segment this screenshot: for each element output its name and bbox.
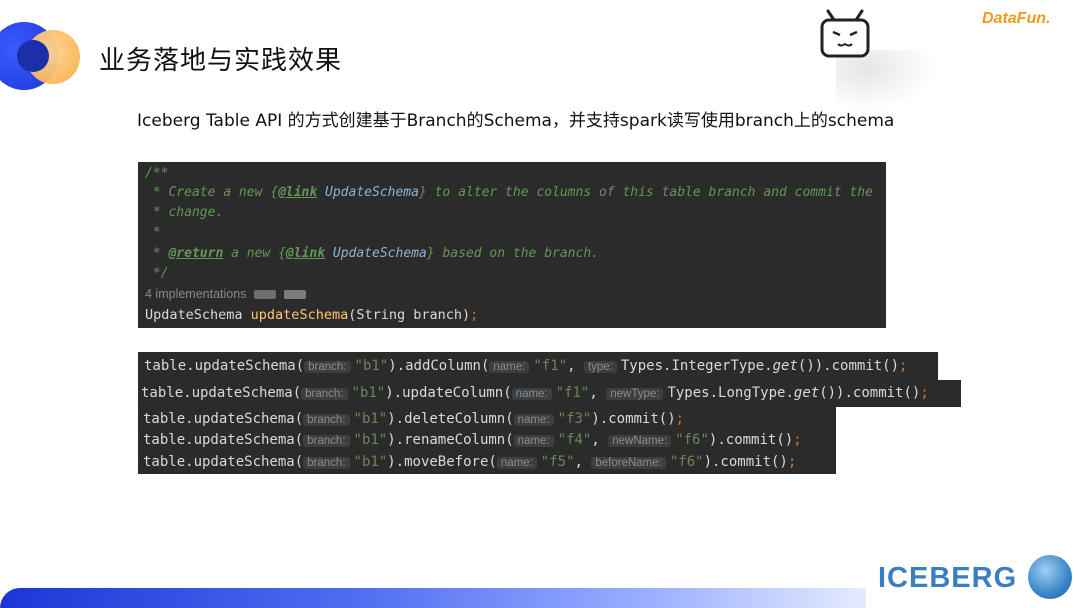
param-hint: type: [583, 361, 617, 373]
string-arg: "b1" [354, 358, 389, 374]
doc-link-ref: UpdateSchema [317, 185, 419, 200]
iceberg-logo: ICEBERG [866, 548, 1080, 608]
get-call: get [772, 358, 798, 374]
doc-text: * Create a new { [145, 185, 279, 200]
call-line-3: table.updateSchema(branch: "b1").deleteCo… [143, 411, 684, 427]
implementations-link[interactable]: 4 implementations [145, 287, 246, 301]
separator: , [574, 454, 592, 470]
datafun-brand: DataFun. [982, 10, 1051, 27]
separator: , [591, 432, 609, 448]
param-hint: branch: [303, 435, 350, 447]
implementations-line[interactable]: 4 implementations [145, 287, 307, 302]
doc-text: } to alter the columns of this table bra… [418, 185, 873, 200]
doc-line-2: * Create a new {@link UpdateSchema} to a… [145, 185, 873, 200]
footer-gradient-bar [0, 588, 870, 608]
string-arg: "b1" [353, 454, 388, 470]
param-hint: name: [511, 388, 552, 400]
param-hint: newType: [606, 388, 664, 400]
blurred-icon [284, 290, 307, 299]
doc-return-tag: @return [168, 246, 224, 261]
param-hint: name: [513, 435, 554, 447]
call-method: ).renameColumn( [387, 432, 514, 448]
param-hint: branch: [304, 361, 351, 373]
iceberg-ball-icon [1028, 555, 1072, 599]
string-arg: "f3" [557, 411, 592, 427]
call-prefix: table.updateSchema( [144, 358, 305, 374]
semicolon: ; [675, 411, 685, 427]
param-hint: name: [496, 457, 537, 469]
param-hint: branch: [301, 388, 348, 400]
semicolon: ; [920, 385, 929, 401]
param-hint: name: [489, 361, 530, 373]
call-method: ).deleteColumn( [387, 411, 514, 427]
doc-text: * [145, 246, 169, 261]
string-arg: "f6" [669, 454, 704, 470]
sig-method-name: updateSchema [250, 307, 349, 323]
doc-line-5: * @return a new {@link UpdateSchema} bas… [145, 246, 599, 261]
call-prefix: table.updateSchema( [143, 411, 304, 427]
param-hint: beforeName: [591, 457, 666, 469]
semicolon: ; [793, 432, 802, 448]
call-suffix: ()).commit() [797, 358, 900, 374]
mascot-tv-icon [820, 9, 870, 58]
logo-circle-inner [17, 40, 49, 72]
page-title: 业务落地与实践效果 [99, 46, 343, 76]
string-arg: "f5" [540, 454, 575, 470]
call-method: ).updateColumn( [385, 385, 512, 401]
get-call: get [793, 385, 820, 401]
semicolon: ; [787, 454, 797, 470]
doc-line-1: /** [145, 166, 169, 181]
string-arg: "f1" [555, 385, 590, 401]
header-logo-circles [0, 22, 85, 94]
call-line-5: table.updateSchema(branch: "b1").moveBefo… [143, 454, 796, 470]
separator: , [567, 358, 584, 374]
method-signature: UpdateSchema updateSchema(String branch)… [145, 307, 478, 323]
doc-text: } based on the branch. [426, 246, 599, 261]
sig-params: (String branch) [348, 307, 471, 323]
call-line-2: table.updateSchema(branch: "b1").updateCo… [141, 385, 929, 401]
sig-return-type: UpdateSchema [145, 307, 251, 323]
call-line-1: table.updateSchema(branch: "b1").addColum… [144, 358, 907, 374]
string-arg: "b1" [351, 385, 386, 401]
blurred-icon [254, 290, 277, 299]
doc-link-ref: UpdateSchema [325, 246, 427, 261]
call-suffix: ()).commit() [819, 385, 921, 401]
javadoc-code-block: /** * Create a new {@link UpdateSchema} … [138, 162, 886, 328]
param-hint: branch: [303, 414, 350, 426]
string-arg: "f6" [675, 432, 709, 448]
call-prefix: table.updateSchema( [143, 432, 304, 448]
call-method: ).addColumn( [388, 358, 490, 374]
doc-line-6: */ [145, 266, 169, 281]
sig-semicolon: ; [470, 307, 479, 323]
call-suffix: ).commit() [703, 454, 788, 470]
param-hint: newName: [608, 435, 672, 447]
separator: , [589, 385, 607, 401]
call-method: ).moveBefore( [387, 454, 497, 470]
string-arg: "f1" [533, 358, 568, 374]
string-arg: "b1" [353, 411, 388, 427]
type-arg: Types.LongType. [667, 385, 794, 401]
doc-line-4: * [145, 225, 161, 240]
param-hint: branch: [303, 457, 350, 469]
doc-link-tag: @link [285, 246, 326, 261]
call-prefix: table.updateSchema( [143, 454, 304, 470]
call-suffix: ).commit() [591, 411, 676, 427]
semicolon: ; [899, 358, 908, 374]
string-arg: "f4" [557, 432, 592, 448]
subtitle: Iceberg Table API 的方式创建基于Branch的Schema，并… [137, 111, 895, 131]
iceberg-logo-text: ICEBERG [878, 562, 1018, 594]
string-arg: "b1" [353, 432, 388, 448]
type-arg: Types.IntegerType. [620, 358, 773, 374]
call-line-4: table.updateSchema(branch: "b1").renameCo… [143, 432, 802, 448]
call-prefix: table.updateSchema( [141, 385, 302, 401]
doc-line-3: * change. [145, 205, 224, 220]
doc-link-tag: @link [278, 185, 318, 200]
doc-text: a new { [223, 246, 286, 261]
param-hint: name: [513, 414, 554, 426]
call-suffix: ).commit() [708, 432, 794, 448]
